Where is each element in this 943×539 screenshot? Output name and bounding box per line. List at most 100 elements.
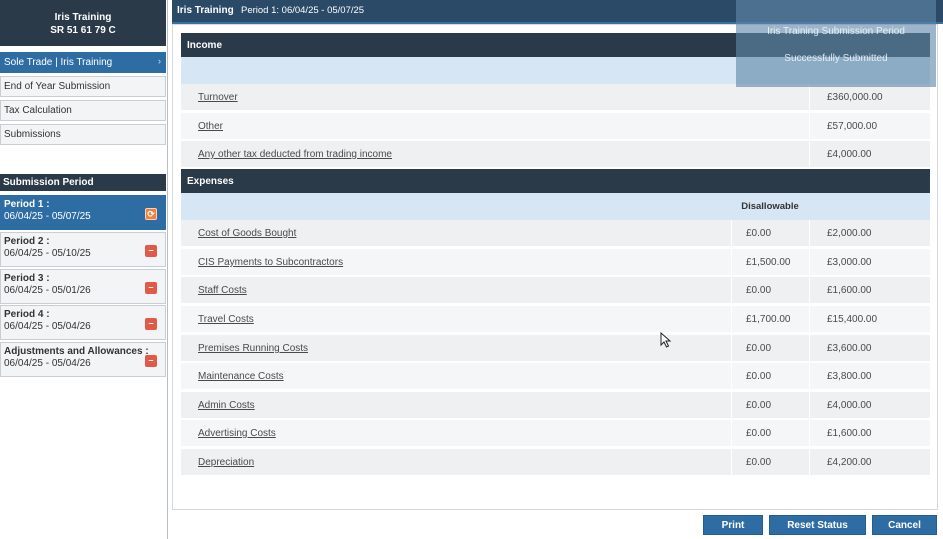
- nav-item-tax-calculation[interactable]: Tax Calculation: [0, 100, 166, 121]
- expense-row: Premises Running Costs £0.00 £3,600.00: [181, 335, 930, 362]
- period-dates: 06/04/25 - 05/01/26: [4, 285, 91, 296]
- row-label-link[interactable]: Travel Costs: [198, 314, 254, 325]
- period-item-adjustments[interactable]: Adjustments and Allowances : 06/04/25 - …: [0, 342, 166, 377]
- row-label-link[interactable]: Staff Costs: [198, 285, 247, 296]
- income-row-turnover: Turnover £360,000.00: [181, 84, 930, 111]
- submission-period-header: Submission Period: [0, 174, 166, 191]
- amount-cell: £3,800.00: [809, 363, 930, 390]
- reset-status-button[interactable]: Reset Status: [769, 515, 866, 535]
- print-button[interactable]: Print: [703, 515, 763, 535]
- amount-value: £3,800.00: [827, 371, 872, 382]
- org-title: Iris Training: [177, 5, 234, 16]
- amount-value: £1,600.00: [827, 428, 872, 439]
- disallowable-value: £0.00: [746, 428, 772, 439]
- disallowable-value: £0.00: [746, 343, 772, 354]
- nav-item-label: Sole Trade | Iris Training: [4, 57, 113, 68]
- nav-item-submissions[interactable]: Submissions: [0, 124, 166, 145]
- period-name: Period 4 :: [4, 309, 50, 320]
- period-dates: 06/04/25 - 05/07/25: [4, 211, 91, 222]
- period-item-4[interactable]: Period 4 : 06/04/25 - 05/04/26 –: [0, 305, 166, 340]
- disallowable-cell: £0.00: [731, 220, 809, 247]
- success-toast: Iris Training Submission Period Successf…: [736, 0, 936, 87]
- amount-value: £4,200.00: [827, 457, 872, 468]
- row-label-link[interactable]: Other: [198, 121, 223, 132]
- amount-cell: £4,200.00: [809, 449, 930, 476]
- sidebar: Iris Training SR 51 61 79 C Sole Trade |…: [0, 0, 168, 539]
- amount-value: £4,000.00: [827, 149, 872, 160]
- disallowable-value: £0.00: [746, 228, 772, 239]
- amount-cell: £15,400.00: [809, 306, 930, 333]
- row-label-link[interactable]: Admin Costs: [198, 400, 255, 411]
- disallowable-column-header: Disallowable: [741, 201, 799, 212]
- expenses-header: Expenses: [181, 169, 930, 193]
- amount-cell: £3,600.00: [809, 335, 930, 362]
- client-name: Iris Training: [54, 12, 112, 23]
- period-name: Period 1 :: [4, 199, 50, 210]
- row-label-link[interactable]: Cost of Goods Bought: [198, 228, 296, 239]
- period-title: Period 1: 06/04/25 - 05/07/25: [241, 5, 365, 16]
- client-utr: SR 51 61 79 C: [50, 25, 116, 36]
- row-label-link[interactable]: Depreciation: [198, 457, 254, 468]
- amount-cell: £1,600.00: [809, 420, 930, 447]
- expense-row: Staff Costs £0.00 £1,600.00: [181, 277, 930, 304]
- income-row-other: Other £57,000.00: [181, 113, 930, 140]
- nav-item-sole-trade[interactable]: Sole Trade | Iris Training ›: [0, 52, 166, 73]
- period-item-1[interactable]: Period 1 : 06/04/25 - 05/07/25 ⟳: [0, 195, 166, 230]
- disallowable-value: £1,700.00: [746, 314, 791, 325]
- amount-cell: £1,600.00: [809, 277, 930, 304]
- row-label-link[interactable]: Maintenance Costs: [198, 371, 284, 382]
- expense-row: Depreciation £0.00 £4,200.00: [181, 449, 930, 476]
- period-dates: 06/04/25 - 05/10/25: [4, 248, 91, 259]
- disallowable-value: £0.00: [746, 457, 772, 468]
- expense-row: Maintenance Costs £0.00 £3,800.00: [181, 363, 930, 390]
- minus-icon: –: [145, 318, 157, 330]
- amount-cell: £4,000.00: [809, 392, 930, 419]
- row-label-link[interactable]: Any other tax deducted from trading inco…: [198, 149, 392, 160]
- nav-item-end-of-year[interactable]: End of Year Submission: [0, 76, 166, 97]
- disallowable-cell: £0.00: [731, 277, 809, 304]
- row-label-link[interactable]: CIS Payments to Subcontractors: [198, 257, 343, 268]
- minus-icon: –: [145, 355, 157, 367]
- period-dates: 06/04/25 - 05/04/26: [4, 321, 91, 332]
- cancel-button[interactable]: Cancel: [872, 515, 937, 535]
- expense-row: Admin Costs £0.00 £4,000.00: [181, 392, 930, 419]
- amount-cell: £4,000.00: [809, 141, 930, 168]
- period-name: Period 3 :: [4, 273, 50, 284]
- expense-row: Travel Costs £1,700.00 £15,400.00: [181, 306, 930, 333]
- period-name: Adjustments and Allowances :: [4, 346, 149, 357]
- disallowable-cell: £0.00: [731, 335, 809, 362]
- disallowable-cell: £1,500.00: [731, 249, 809, 276]
- expense-row: Cost of Goods Bought £0.00 £2,000.00: [181, 220, 930, 247]
- amount-value: £2,000.00: [827, 228, 872, 239]
- expense-row: Advertising Costs £0.00 £1,600.00: [181, 420, 930, 447]
- disallowable-cell: £0.00: [731, 392, 809, 419]
- nav-item-label: Tax Calculation: [4, 105, 72, 116]
- nav-item-label: End of Year Submission: [4, 81, 111, 92]
- disallowable-cell: £0.00: [731, 363, 809, 390]
- disallowable-cell: £0.00: [731, 449, 809, 476]
- disallowable-cell: £0.00: [731, 420, 809, 447]
- chevron-right-icon: ›: [158, 56, 161, 66]
- row-label-link[interactable]: Advertising Costs: [198, 428, 276, 439]
- amount-cell: £360,000.00: [809, 84, 930, 111]
- mouse-cursor-icon: [660, 332, 672, 348]
- app-root: Iris Training SR 51 61 79 C Sole Trade |…: [0, 0, 943, 539]
- disallowable-value: £0.00: [746, 371, 772, 382]
- expenses-subheader: Disallowable: [181, 193, 930, 220]
- disallowable-value: £0.00: [746, 285, 772, 296]
- amount-value: £4,000.00: [827, 400, 872, 411]
- amount-cell: £57,000.00: [809, 113, 930, 140]
- period-dates: 06/04/25 - 05/04/26: [4, 358, 91, 369]
- toast-line-1: Iris Training Submission Period: [767, 26, 905, 37]
- nav-item-label: Submissions: [4, 129, 61, 140]
- period-item-2[interactable]: Period 2 : 06/04/25 - 05/10/25 –: [0, 232, 166, 267]
- amount-value: £3,600.00: [827, 343, 872, 354]
- amount-cell: £2,000.00: [809, 220, 930, 247]
- row-label-link[interactable]: Turnover: [198, 92, 238, 103]
- disallowable-cell: £1,700.00: [731, 306, 809, 333]
- amount-value: £3,000.00: [827, 257, 872, 268]
- row-label-link[interactable]: Premises Running Costs: [198, 343, 308, 354]
- period-name: Period 2 :: [4, 236, 50, 247]
- period-item-3[interactable]: Period 3 : 06/04/25 - 05/01/26 –: [0, 269, 166, 304]
- minus-icon: –: [145, 282, 157, 294]
